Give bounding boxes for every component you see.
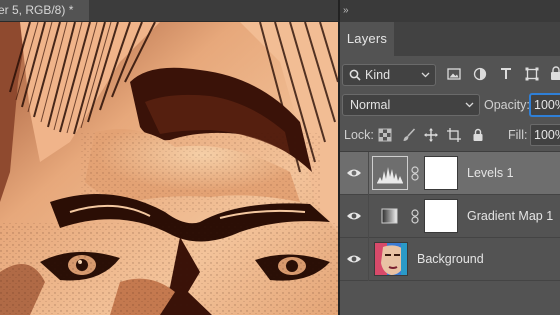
filter-kind-select[interactable]: Kind xyxy=(342,64,436,86)
levels-adjustment-icon[interactable] xyxy=(372,156,408,190)
lock-all-icon[interactable] xyxy=(471,128,485,142)
panel-top-bar: » xyxy=(340,0,560,22)
layer-name[interactable]: Gradient Map 1 xyxy=(467,195,553,238)
chain-link-icon[interactable] xyxy=(411,166,419,181)
document-tab[interactable]: yer 5, RGB/8) * xyxy=(0,0,90,21)
layer-filter-row: Kind xyxy=(340,62,560,88)
visibility-column-divider xyxy=(368,238,369,281)
lock-position-icon[interactable] xyxy=(424,128,438,142)
layers-panel: » Layers Kind Normal Opacity: 100 Lock: … xyxy=(340,0,560,315)
adjustment-filter-icon[interactable] xyxy=(472,66,488,82)
tab-layers[interactable]: Layers xyxy=(340,22,394,56)
blend-mode-select[interactable]: Normal xyxy=(342,94,480,116)
type-filter-icon[interactable] xyxy=(498,66,514,82)
shape-filter-icon[interactable] xyxy=(524,66,540,82)
fill-label: Fill: xyxy=(508,128,528,142)
chevron-down-icon xyxy=(465,102,474,108)
layer-row-levels-1[interactable]: Levels 1 xyxy=(340,152,560,195)
layer-row-gradient-map-1[interactable]: Gradient Map 1 xyxy=(340,195,560,238)
opacity-label: Opacity: xyxy=(484,98,530,112)
gradient-map-adjustment-icon[interactable] xyxy=(372,199,408,233)
blend-mode-row: Normal Opacity: 100% xyxy=(340,92,560,118)
chain-link-icon[interactable] xyxy=(411,209,419,224)
lock-image-pixels-icon[interactable] xyxy=(402,128,416,142)
background-layer-thumbnail[interactable] xyxy=(374,242,408,276)
canvas-artwork xyxy=(0,22,338,315)
layer-row-background[interactable]: Background xyxy=(340,238,560,281)
eye-icon[interactable] xyxy=(346,253,362,265)
layer-name[interactable]: Levels 1 xyxy=(467,152,514,195)
lock-row: Lock: Fill: 100% xyxy=(340,122,560,148)
panel-tab-row: Layers xyxy=(340,22,560,56)
fill-input[interactable]: 100% xyxy=(530,124,560,146)
collapse-panels-icon[interactable]: » xyxy=(343,6,353,16)
lock-artboard-icon[interactable] xyxy=(447,128,461,142)
layer-mask-thumbnail[interactable] xyxy=(424,199,458,233)
eye-icon[interactable] xyxy=(346,167,362,179)
image-canvas[interactable] xyxy=(0,22,338,315)
layer-mask-thumbnail[interactable] xyxy=(424,156,458,190)
search-icon xyxy=(349,69,361,81)
visibility-column-divider xyxy=(368,152,369,195)
chevron-down-icon xyxy=(421,72,430,78)
visibility-column-divider xyxy=(368,195,369,238)
layer-name[interactable]: Background xyxy=(417,238,484,281)
eye-icon[interactable] xyxy=(346,210,362,222)
lock-label: Lock: xyxy=(344,128,374,142)
filter-kind-label: Kind xyxy=(365,68,391,82)
document-tab-bar: yer 5, RGB/8) * xyxy=(0,0,338,22)
document-tab-title: yer 5, RGB/8) * xyxy=(0,3,74,17)
smart-object-filter-icon[interactable] xyxy=(548,66,560,82)
opacity-input[interactable]: 100% xyxy=(530,94,560,116)
blend-mode-value: Normal xyxy=(350,98,391,112)
lock-transparent-pixels-icon[interactable] xyxy=(378,128,392,142)
image-filter-icon[interactable] xyxy=(446,66,462,82)
